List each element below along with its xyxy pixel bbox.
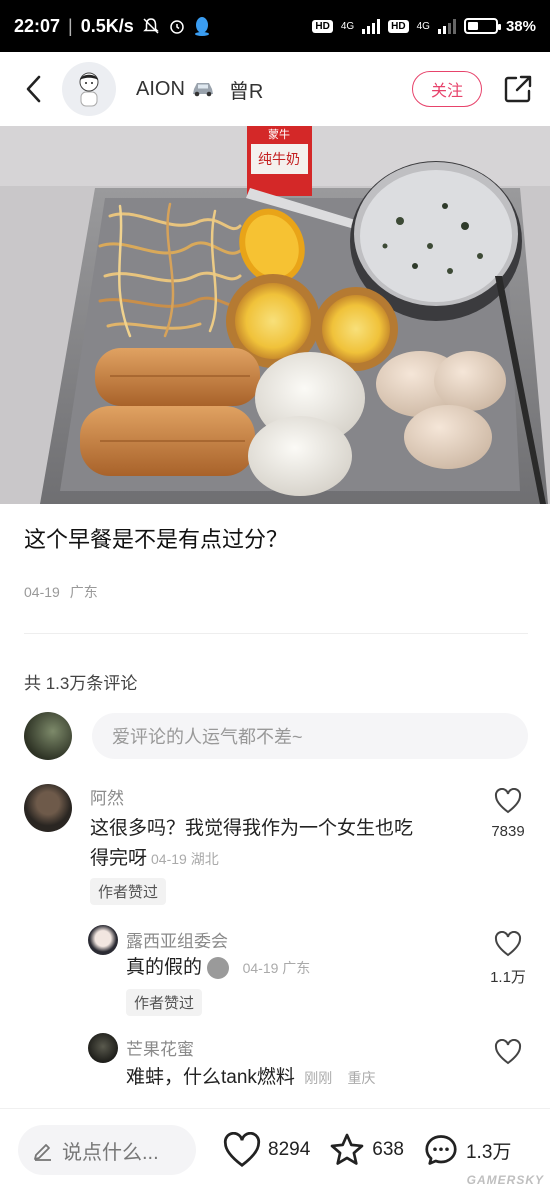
milk-carton-label: 纯牛奶 [258,152,300,168]
my-avatar [24,712,72,760]
comment-text: 这很多吗？我觉得我作为一个女生也吃 得完呀 04-19 湖北 [90,814,413,874]
heart-outline-icon [223,1132,261,1167]
comment-bubble-icon [425,1135,457,1165]
battery-icon [463,18,501,34]
comment-like-count: 1.1万 [490,969,526,986]
back-button[interactable] [16,71,52,107]
comment-time: 刚刚 [304,1070,333,1086]
pencil-icon [34,1144,51,1161]
comment-item: 阿然 这很多吗？我觉得我作为一个女生也吃 得完呀 04-19 湖北 作者赞过 78… [24,784,528,905]
qq-penguin-icon [194,16,210,36]
comment-input[interactable]: 爱评论的人运气都不差~ [92,713,528,759]
comment-text: 真的假的 04-19 广东 [126,953,310,983]
fried-dough-sticks [80,348,260,476]
milk-carton-brand: 蒙牛 [268,127,290,141]
comment-total-count: 1.3万 [465,1141,512,1163]
alarm-clock-icon [168,17,186,35]
mute-bell-icon [142,17,160,35]
share-icon [504,75,532,103]
star-outline-icon [330,1133,364,1165]
post-image[interactable]: 蒙牛 纯牛奶 [0,126,550,504]
post-location: 广东 [69,584,98,600]
heart-outline-icon [494,930,522,957]
author-name[interactable]: AION 曾R [136,75,263,104]
commenter-avatar[interactable] [88,1033,118,1063]
network-type-2: 4G [416,20,430,32]
comment-input-row: 爱评论的人运气都不差~ [24,710,528,762]
chevron-left-icon [26,75,41,103]
comment-location: 重庆 [347,1070,376,1086]
comment-like-button[interactable]: 7839 [488,787,528,840]
comment-count: 共 1.3万条评论 [24,674,138,693]
bottom-action-bar: 说点什么... 8294 638 1.3万 GAMERSKY [0,1108,550,1191]
comment-text: 难蚌，什么tank燃料 刚刚 重庆 [126,1063,375,1093]
comment-text-line2-body: 得完呀 [90,848,148,869]
comment-text-body: 真的假的 [126,957,203,978]
car-icon [191,80,215,98]
emoji-icon [207,956,230,979]
network-type-1: 4G [340,20,355,32]
comment-like-button[interactable]: 1.1万 [488,930,528,987]
commenter-avatar[interactable] [24,784,72,832]
comment-button[interactable]: 1.3万 [422,1132,511,1168]
like-button[interactable]: 8294 [222,1132,310,1168]
comment-like-button[interactable] [488,1038,528,1070]
comment-time: 04-19 湖北 [151,851,219,867]
reply-item: 露西亚组委会 真的假的 04-19 广东 作者赞过 1.1万 [88,925,528,1016]
battery-percent: 38% [505,17,536,35]
heart-outline-icon [494,787,522,814]
comment-text-body: 难蚌，什么tank燃料 [126,1067,295,1088]
divider [24,633,528,634]
signal-icon-2 [437,18,456,34]
post-title: 这个早餐是不是有点过分？ [24,527,289,552]
commenter-name[interactable]: 露西亚组委会 [126,927,228,952]
comment-text-line1: 这很多吗？我觉得我作为一个女生也吃 [90,818,414,839]
signal-icon-1 [362,18,381,34]
heart-outline-icon [494,1038,522,1065]
comment-like-count: 7839 [491,823,525,840]
hd-badge-2: HD [388,19,409,33]
post-date: 04-19 [24,584,60,600]
author-avatar[interactable] [62,62,116,116]
author-liked-tag: 作者赞过 [90,878,167,905]
hd-badge-1: HD [312,19,333,33]
say-placeholder: 说点什么... [62,1141,159,1164]
share-button[interactable] [502,73,534,105]
author-name-text: AION [136,77,185,100]
follow-button[interactable]: 关注 [412,71,482,107]
milk-carton: 蒙牛 纯牛奶 [247,126,312,196]
author-liked-tag: 作者赞过 [126,989,203,1016]
collect-count: 638 [372,1139,404,1160]
status-bar: 22:07 | 0.5K/s HD 4G HD 4G 38% [0,0,550,52]
author-name-suffix: 曾R [228,80,264,103]
status-time: 22:07 [14,15,61,36]
comment-text-line2: 得完呀 04-19 湖北 [90,844,413,874]
post-meta: 04-19 广东 [24,582,98,602]
status-divider: | [68,15,73,36]
watermark: GAMERSKY [466,1173,544,1187]
network-speed: 0.5K/s [80,15,134,36]
say-something-input[interactable]: 说点什么... [18,1125,196,1175]
like-count: 8294 [268,1139,311,1160]
commenter-name[interactable]: 阿然 [90,784,124,809]
battery-fill [467,22,478,30]
reply-item: 芒果花蜜 难蚌，什么tank燃料 刚刚 重庆 [88,1033,528,1093]
post-header: AION 曾R 关注 [0,52,550,126]
comment-time: 04-19 广东 [242,960,311,976]
commenter-avatar[interactable] [88,925,118,955]
collect-button[interactable]: 638 [328,1132,404,1168]
commenter-name[interactable]: 芒果花蜜 [126,1035,194,1060]
